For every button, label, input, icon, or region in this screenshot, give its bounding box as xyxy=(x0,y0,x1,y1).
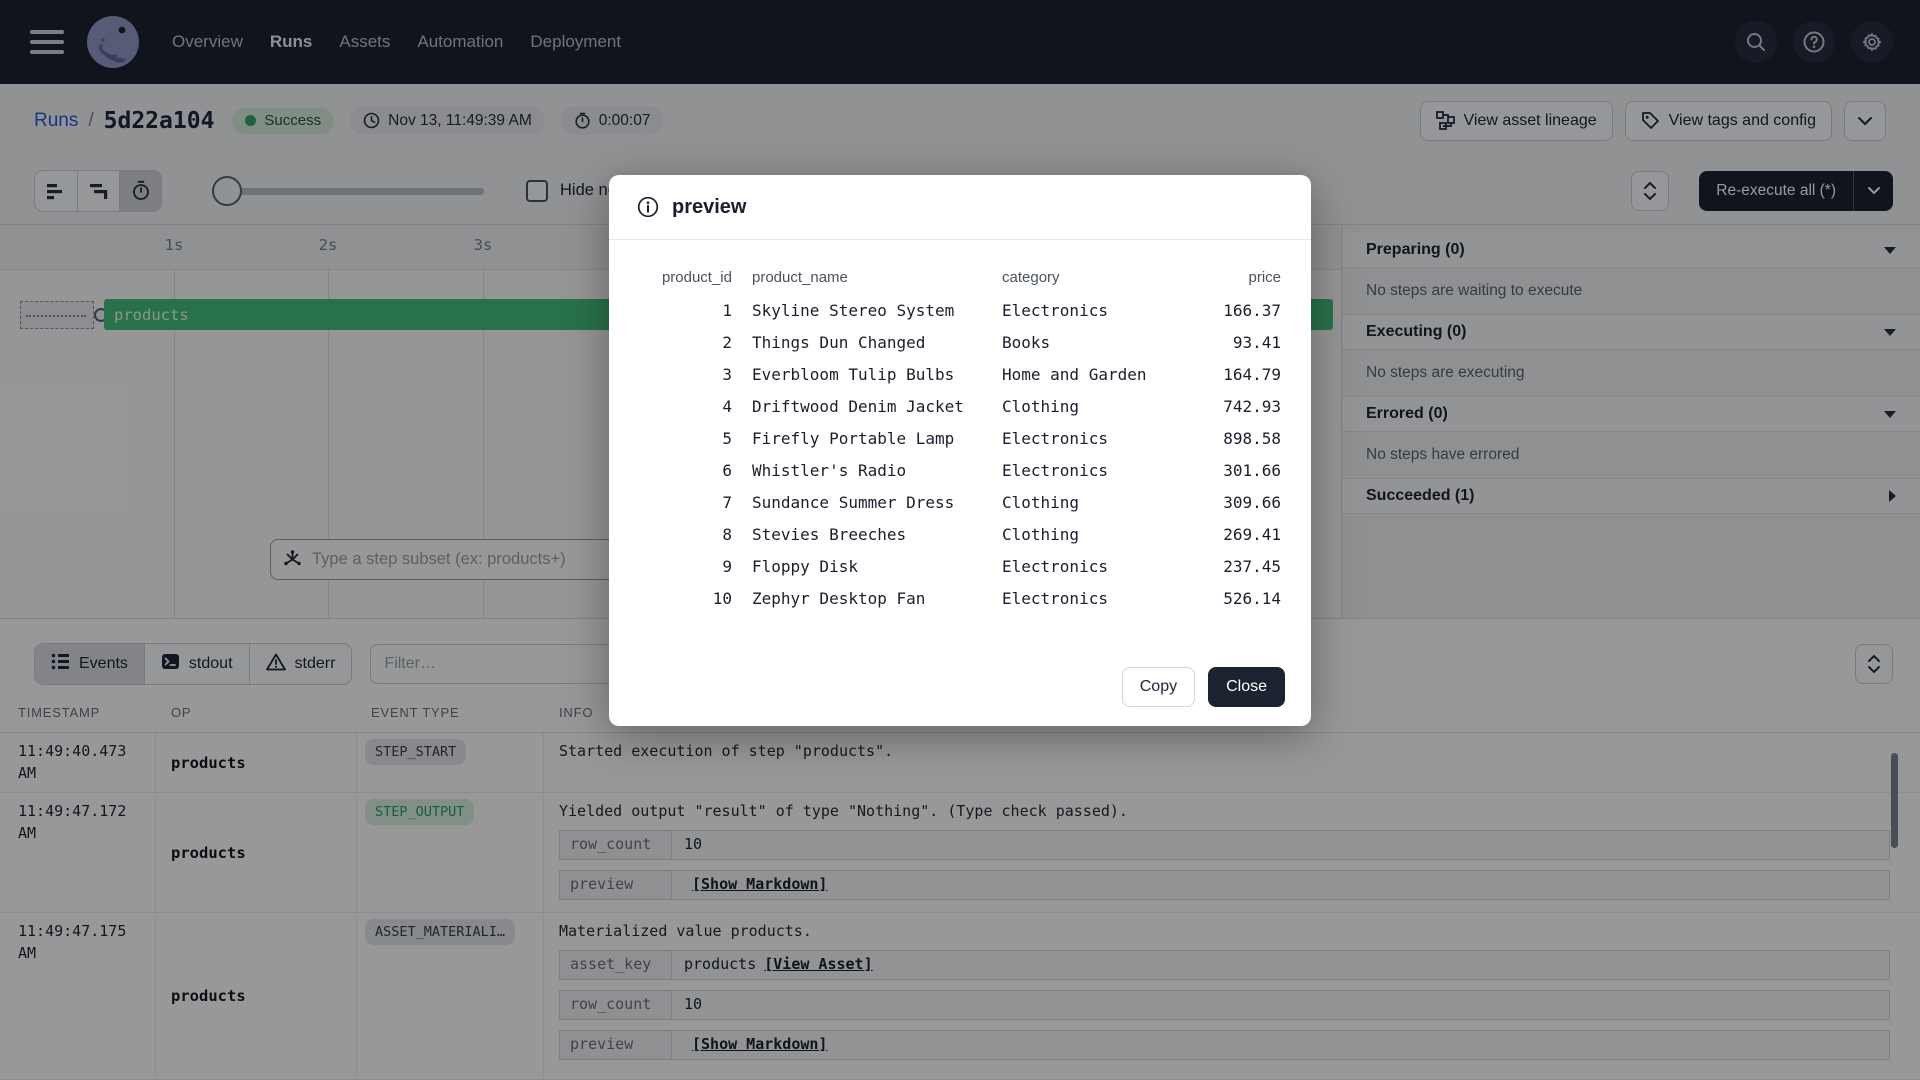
preview-cell: Electronics xyxy=(1002,301,1223,320)
preview-cell: 10 xyxy=(639,589,732,608)
preview-cell: Home and Garden xyxy=(1002,365,1223,384)
close-button[interactable]: Close xyxy=(1208,667,1285,707)
preview-cell: Things Dun Changed xyxy=(732,333,1002,352)
preview-cell: Books xyxy=(1002,333,1223,352)
preview-cell: 4 xyxy=(639,397,732,416)
preview-table-row: 3Everbloom Tulip BulbsHome and Garden164… xyxy=(639,358,1281,390)
preview-table-row: 4Driftwood Denim JacketClothing742.93 xyxy=(639,390,1281,422)
preview-cell: Clothing xyxy=(1002,525,1223,544)
preview-table-header-row: product_idproduct_namecategoryprice xyxy=(639,260,1281,294)
preview-cell: Floppy Disk xyxy=(732,557,1002,576)
preview-table-row: 6Whistler's RadioElectronics301.66 xyxy=(639,454,1281,486)
preview-dialog: preview product_idproduct_namecategorypr… xyxy=(609,175,1311,726)
preview-table-row: 1Skyline Stereo SystemElectronics166.37 xyxy=(639,294,1281,326)
preview-table-row: 2Things Dun ChangedBooks93.41 xyxy=(639,326,1281,358)
preview-cell: Electronics xyxy=(1002,429,1223,448)
preview-cell: Electronics xyxy=(1002,461,1223,480)
preview-cell: 7 xyxy=(639,493,732,512)
preview-dialog-footer: Copy Close xyxy=(1122,667,1285,707)
copy-button[interactable]: Copy xyxy=(1122,667,1195,707)
preview-cell: Clothing xyxy=(1002,397,1223,416)
preview-cell: 1 xyxy=(639,301,732,320)
preview-table-row: 8Stevies BreechesClothing269.41 xyxy=(639,518,1281,550)
preview-cell: Electronics xyxy=(1002,589,1223,608)
preview-dialog-title: preview xyxy=(672,196,746,219)
preview-table-row: 5Firefly Portable LampElectronics898.58 xyxy=(639,422,1281,454)
preview-cell: 301.66 xyxy=(1223,461,1281,480)
preview-table: product_idproduct_namecategoryprice1Skyl… xyxy=(609,240,1311,614)
preview-column-category: category xyxy=(1002,269,1223,286)
preview-column-product_name: product_name xyxy=(732,269,1002,286)
preview-cell: Sundance Summer Dress xyxy=(732,493,1002,512)
preview-dialog-header: preview xyxy=(609,175,1311,240)
preview-cell: 309.66 xyxy=(1223,493,1281,512)
preview-table-row: 10Zephyr Desktop FanElectronics526.14 xyxy=(639,582,1281,614)
preview-cell: Whistler's Radio xyxy=(732,461,1002,480)
preview-cell: 6 xyxy=(639,461,732,480)
preview-cell: 9 xyxy=(639,557,732,576)
preview-cell: 269.41 xyxy=(1223,525,1281,544)
preview-cell: 526.14 xyxy=(1223,589,1281,608)
preview-cell: Skyline Stereo System xyxy=(732,301,1002,320)
preview-cell: 164.79 xyxy=(1223,365,1281,384)
preview-cell: 742.93 xyxy=(1223,397,1281,416)
preview-cell: 5 xyxy=(639,429,732,448)
preview-table-row: 9Floppy DiskElectronics237.45 xyxy=(639,550,1281,582)
preview-column-price: price xyxy=(1223,269,1281,286)
preview-cell: 166.37 xyxy=(1223,301,1281,320)
preview-table-row: 7Sundance Summer DressClothing309.66 xyxy=(639,486,1281,518)
preview-cell: Firefly Portable Lamp xyxy=(732,429,1002,448)
preview-cell: Stevies Breeches xyxy=(732,525,1002,544)
preview-cell: 93.41 xyxy=(1223,333,1281,352)
preview-cell: 898.58 xyxy=(1223,429,1281,448)
preview-cell: 237.45 xyxy=(1223,557,1281,576)
preview-cell: Zephyr Desktop Fan xyxy=(732,589,1002,608)
preview-column-product_id: product_id xyxy=(639,269,732,286)
preview-cell: 8 xyxy=(639,525,732,544)
preview-cell: Clothing xyxy=(1002,493,1223,512)
preview-cell: Electronics xyxy=(1002,557,1223,576)
preview-cell: 2 xyxy=(639,333,732,352)
preview-cell: 3 xyxy=(639,365,732,384)
preview-cell: Everbloom Tulip Bulbs xyxy=(732,365,1002,384)
preview-cell: Driftwood Denim Jacket xyxy=(732,397,1002,416)
info-icon xyxy=(637,196,659,218)
